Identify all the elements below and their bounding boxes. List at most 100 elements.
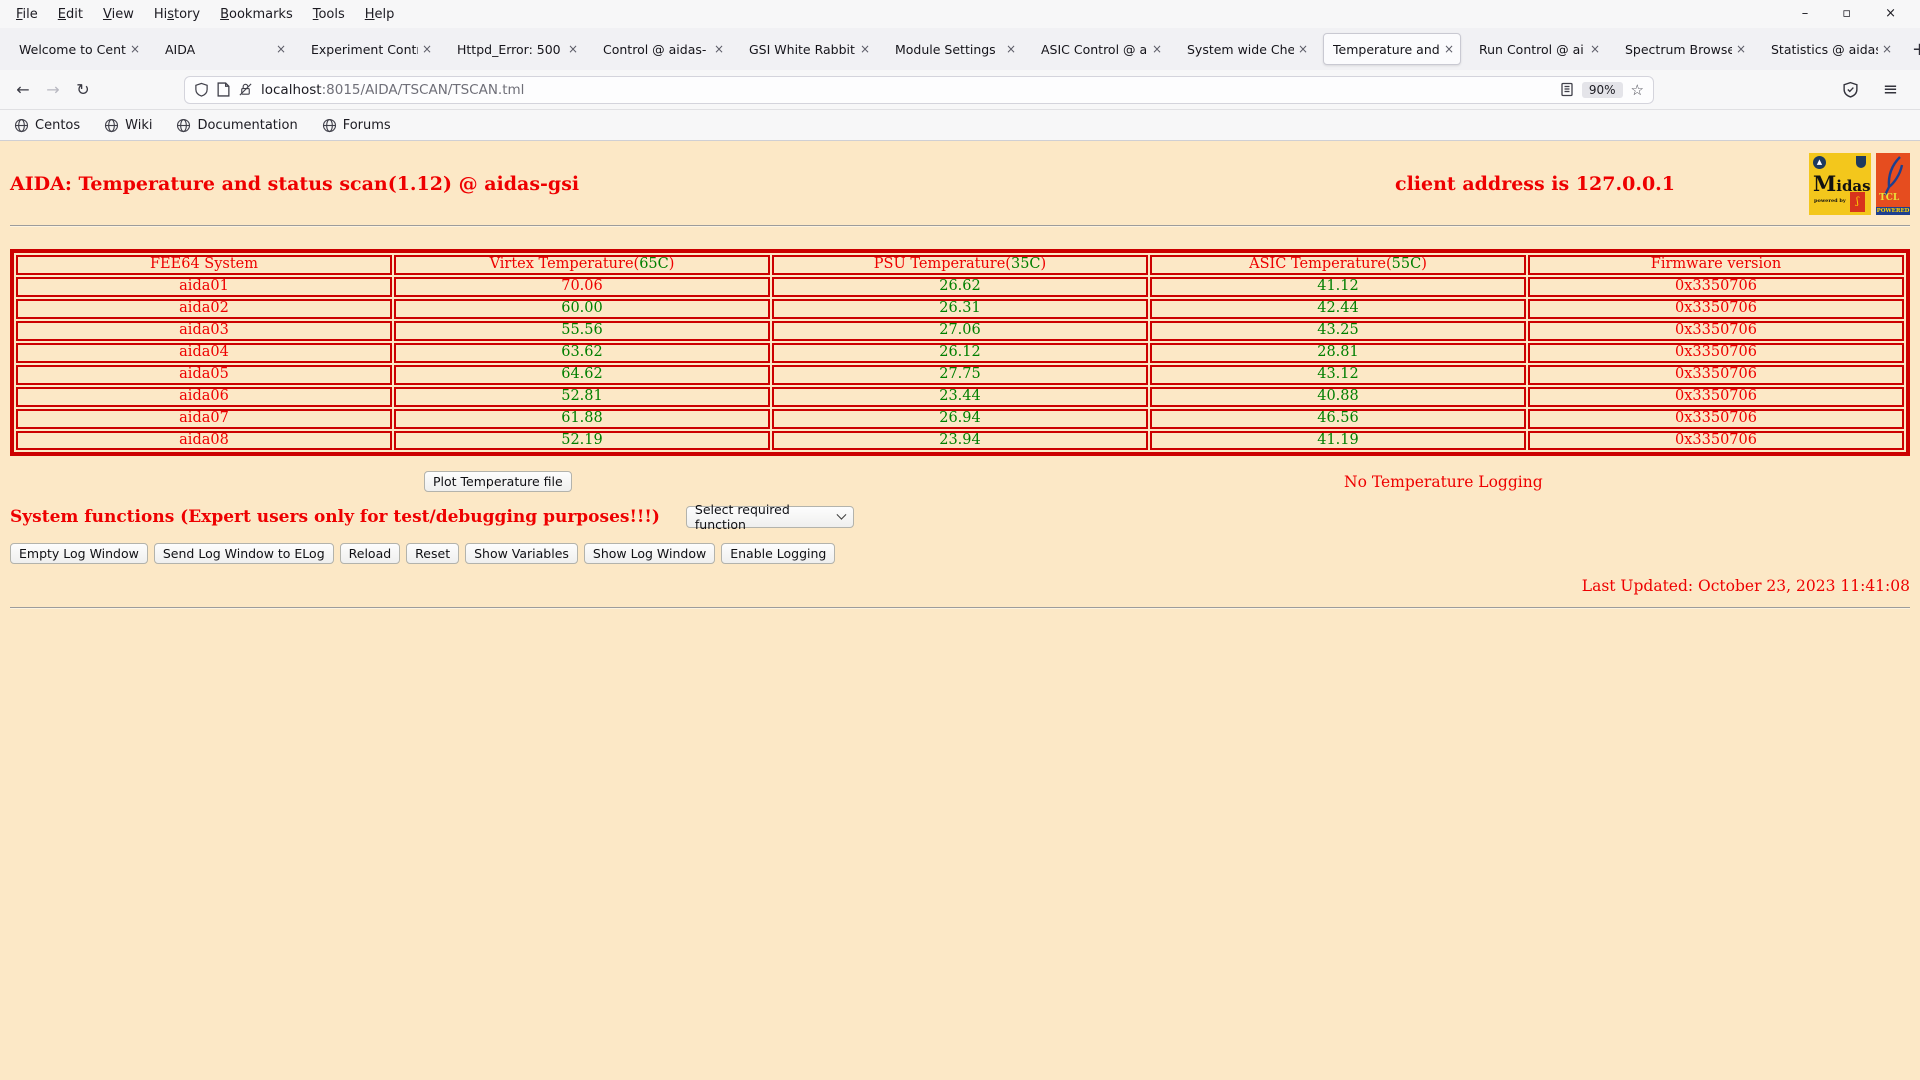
tab-close-icon[interactable]: × bbox=[568, 42, 578, 56]
table-cell: 60.00 bbox=[394, 298, 770, 319]
bookmark-documentation[interactable]: Documentation bbox=[176, 118, 298, 133]
menu-file[interactable]: File bbox=[6, 7, 48, 22]
url-host: localhost bbox=[261, 81, 322, 98]
table-cell: 26.12 bbox=[772, 342, 1148, 363]
menu-view[interactable]: View bbox=[93, 7, 144, 22]
table-cell: aida07 bbox=[16, 408, 392, 429]
tab-close-icon[interactable]: × bbox=[714, 42, 724, 56]
tab-close-icon[interactable]: × bbox=[1736, 42, 1746, 56]
url-text[interactable]: localhost:8015/AIDA/TSCAN/TSCAN.tml bbox=[261, 82, 524, 98]
menu-edit[interactable]: Edit bbox=[48, 7, 93, 22]
globe-icon bbox=[14, 118, 29, 132]
tab-label: Httpd_Error: 500 bbox=[457, 41, 561, 57]
tab-welcome-to-cent[interactable]: Welcome to Cent × bbox=[9, 33, 147, 65]
table-row: aida03 55.56 27.06 43.25 0x3350706 bbox=[16, 320, 1904, 341]
minimize-button[interactable]: – bbox=[1802, 0, 1809, 28]
table-row: aida06 52.81 23.44 40.88 0x3350706 bbox=[16, 386, 1904, 407]
tcl-powered-logo[interactable]: TCL POWERED bbox=[1876, 153, 1910, 215]
bookmark-centos[interactable]: Centos bbox=[14, 118, 80, 133]
tab-asic-control-a[interactable]: ASIC Control @ a × bbox=[1031, 33, 1169, 65]
tab-close-icon[interactable]: × bbox=[130, 42, 140, 56]
table-cell: aida08 bbox=[16, 430, 392, 451]
maximize-button[interactable]: ▫ bbox=[1842, 0, 1851, 28]
tab-close-icon[interactable]: × bbox=[860, 42, 870, 56]
tab-aida[interactable]: AIDA × bbox=[155, 33, 293, 65]
tab-close-icon[interactable]: × bbox=[1006, 42, 1016, 56]
tab-spectrum-browse[interactable]: Spectrum Browse × bbox=[1615, 33, 1753, 65]
table-cell: aida01 bbox=[16, 276, 392, 297]
table-cell: aida02 bbox=[16, 298, 392, 319]
menu-history[interactable]: History bbox=[144, 7, 210, 22]
forward-icon[interactable]: → bbox=[38, 80, 68, 99]
shield-check-icon[interactable] bbox=[1842, 81, 1859, 98]
tab-close-icon[interactable]: × bbox=[1152, 42, 1162, 56]
tab-gsi-white-rabbit[interactable]: GSI White Rabbit × bbox=[739, 33, 877, 65]
tracking-protection-shield-icon[interactable] bbox=[194, 82, 209, 97]
table-cell: 0x3350706 bbox=[1528, 430, 1904, 451]
insecure-lock-icon[interactable] bbox=[238, 82, 253, 97]
midas-logo[interactable]: ▲ Midas powered by ʃ bbox=[1809, 153, 1871, 215]
tab-statistics-aidas[interactable]: Statistics @ aidas × bbox=[1761, 33, 1899, 65]
plot-temperature-button[interactable]: Plot Temperature file bbox=[424, 471, 572, 493]
app-menu-icon[interactable]: ≡ bbox=[1883, 79, 1898, 100]
bookmarks-toolbar: Centos Wiki Documentation Forums bbox=[0, 110, 1920, 141]
reader-mode-icon[interactable] bbox=[1560, 82, 1574, 97]
divider-top bbox=[10, 225, 1910, 227]
tab-close-icon[interactable]: × bbox=[1444, 42, 1454, 56]
midas-triangle-icon: ▲ bbox=[1813, 156, 1826, 169]
globe-icon bbox=[177, 118, 191, 132]
tab-close-icon[interactable]: × bbox=[1882, 42, 1892, 56]
send-log-window-to-elog-button[interactable]: Send Log Window to ELog bbox=[153, 543, 334, 565]
last-updated: Last Updated: October 23, 2023 11:41:08 bbox=[1581, 577, 1910, 596]
url-bar[interactable]: localhost:8015/AIDA/TSCAN/TSCAN.tml 90% … bbox=[184, 75, 1654, 104]
empty-log-window-button[interactable]: Empty Log Window bbox=[10, 543, 148, 565]
table-cell: 43.12 bbox=[1150, 364, 1526, 385]
bookmark-star-icon[interactable]: ☆ bbox=[1631, 81, 1644, 99]
tab-label: Welcome to Cent bbox=[19, 41, 126, 57]
tab-temperature-and[interactable]: Temperature and × bbox=[1323, 33, 1461, 65]
tab-system-wide-che[interactable]: System wide Che × bbox=[1177, 33, 1315, 65]
tab-run-control-ai[interactable]: Run Control @ ai × bbox=[1469, 33, 1607, 65]
tab-control-aidas[interactable]: Control @ aidas- × bbox=[593, 33, 731, 65]
divider-bottom bbox=[10, 607, 1910, 610]
bookmark-wiki[interactable]: Wiki bbox=[104, 118, 152, 133]
tab-close-icon[interactable]: × bbox=[276, 42, 286, 56]
menu-help[interactable]: Help bbox=[355, 7, 405, 22]
menu-bookmarks[interactable]: Bookmarks bbox=[210, 7, 303, 22]
tab-close-icon[interactable]: × bbox=[422, 42, 432, 56]
tab-module-settings[interactable]: Module Settings × bbox=[885, 33, 1023, 65]
tab-label: Spectrum Browse bbox=[1625, 41, 1732, 57]
bookmark-label: Wiki bbox=[125, 117, 153, 133]
tab-experiment-contr[interactable]: Experiment Contr × bbox=[301, 33, 439, 65]
logos: ▲ Midas powered by ʃ TCL POWERED bbox=[1809, 153, 1910, 215]
back-icon[interactable]: ← bbox=[8, 80, 38, 99]
table-cell: 41.19 bbox=[1150, 430, 1526, 451]
function-select[interactable]: Select required function bbox=[685, 502, 854, 532]
tab-close-icon[interactable]: × bbox=[1298, 42, 1308, 56]
page-header: AIDA: Temperature and status scan(1.12) … bbox=[10, 153, 1910, 215]
table-cell: aida05 bbox=[16, 364, 392, 385]
table-cell: 43.25 bbox=[1150, 320, 1526, 341]
menu-tools[interactable]: Tools bbox=[303, 7, 355, 22]
close-button[interactable]: × bbox=[1885, 0, 1896, 28]
bookmark-forums[interactable]: Forums bbox=[322, 118, 391, 133]
reload-icon[interactable]: ↻ bbox=[68, 80, 98, 99]
midas-powered-by: powered by bbox=[1814, 198, 1846, 204]
new-tab-button[interactable]: + bbox=[1903, 39, 1920, 60]
system-functions-label: System functions (Expert users only for … bbox=[10, 507, 660, 528]
table-row: aida04 63.62 26.12 28.81 0x3350706 bbox=[16, 342, 1904, 363]
reload-button[interactable]: Reload bbox=[339, 543, 401, 565]
show-variables-button[interactable]: Show Variables bbox=[465, 543, 578, 565]
table-cell: 42.44 bbox=[1150, 298, 1526, 319]
table-cell: 52.19 bbox=[394, 430, 770, 451]
column-header: Virtex Temperature(65C) bbox=[394, 255, 770, 275]
table-cell: aida03 bbox=[16, 320, 392, 341]
table-row: aida08 52.19 23.94 41.19 0x3350706 bbox=[16, 430, 1904, 451]
tab-close-icon[interactable]: × bbox=[1590, 42, 1600, 56]
page-info-icon[interactable] bbox=[217, 82, 230, 97]
enable-logging-button[interactable]: Enable Logging bbox=[721, 543, 836, 565]
tab-httpd-error-500[interactable]: Httpd_Error: 500 × bbox=[447, 33, 585, 65]
zoom-level-badge[interactable]: 90% bbox=[1581, 81, 1623, 98]
show-log-window-button[interactable]: Show Log Window bbox=[583, 543, 716, 565]
reset-button[interactable]: Reset bbox=[406, 543, 460, 565]
